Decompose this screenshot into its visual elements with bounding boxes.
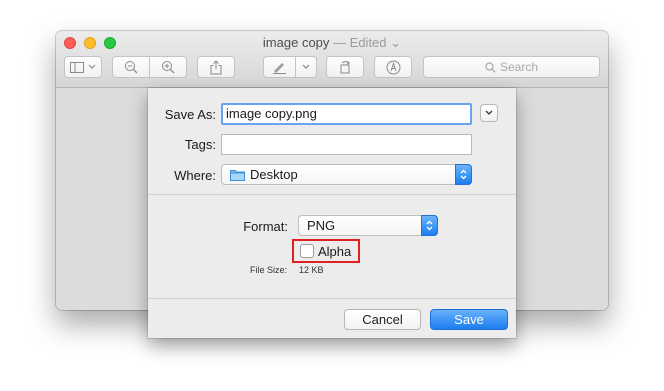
share-button[interactable] [197,56,235,78]
cancel-button[interactable]: Cancel [344,309,421,330]
save-sheet: Save As: image copy.png Tags: Where: Des… [148,88,516,338]
where-popup[interactable]: Desktop [221,164,472,185]
search-icon [485,61,496,73]
rotate-button[interactable] [326,56,364,78]
chevron-down-icon [88,64,96,69]
format-popup[interactable]: PNG [298,215,438,236]
window-title[interactable]: image copy — Edited ⌄ [56,35,608,51]
title-chevron-icon: ⌄ [390,35,402,50]
edited-status: Edited [349,35,387,50]
expand-dialog-button[interactable] [480,104,498,122]
zoom-out-button[interactable] [112,56,150,78]
chevron-down-icon [302,64,310,69]
title-bar: image copy — Edited ⌄ Search [56,31,608,88]
format-value: PNG [307,218,336,233]
search-field[interactable]: Search [423,56,600,78]
zoom-in-button[interactable] [149,56,187,78]
up-down-arrows-icon [460,169,467,180]
markup-toolbox-icon [386,60,400,74]
document-name: image copy [262,35,330,50]
sidebar-view-button[interactable] [64,56,102,78]
sheet-divider [148,194,516,195]
where-value: Desktop [250,167,298,182]
sidebar-icon [70,61,84,73]
where-popup-stepper [455,164,472,185]
save-button[interactable]: Save [430,309,508,330]
markup-pen-button[interactable] [263,56,296,78]
up-down-arrows-icon [426,220,433,231]
save-as-label: Save As: [164,107,216,122]
tags-label: Tags: [184,137,216,152]
alpha-label[interactable]: Alpha [318,244,351,259]
zoom-out-icon [125,61,138,74]
rotate-icon [340,60,351,74]
search-placeholder: Search [499,60,539,74]
chevron-down-icon [485,110,493,115]
button-divider [148,298,516,299]
tags-field[interactable] [221,134,472,155]
format-label: Format: [243,219,288,234]
file-size-label: File Size: [250,265,288,275]
share-icon [210,59,222,74]
folder-icon [230,169,245,181]
markup-toolbox-button[interactable] [374,56,412,78]
zoom-in-icon [162,61,175,74]
file-size-value: 12 KB [299,265,324,275]
save-as-field[interactable]: image copy.png [221,103,472,125]
format-popup-stepper [421,215,438,236]
alpha-checkbox[interactable] [300,244,314,258]
markup-pen-icon [273,62,286,74]
markup-pen-dropdown[interactable] [295,56,317,78]
where-label: Where: [174,168,216,183]
edited-separator: — [333,35,347,50]
